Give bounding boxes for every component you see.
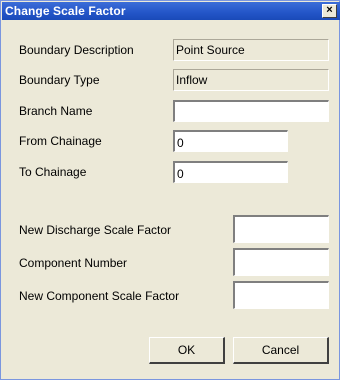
component-number-input[interactable] <box>233 248 329 276</box>
component-number-label: Component Number <box>19 256 128 270</box>
boundary-type-label: Boundary Type <box>19 73 100 87</box>
title-bar[interactable]: Change Scale Factor × <box>2 2 340 20</box>
new-component-scale-factor-label: New Component Scale Factor <box>19 289 180 303</box>
close-icon[interactable]: × <box>322 4 337 18</box>
window-title: Change Scale Factor <box>5 4 126 18</box>
ok-button[interactable]: OK <box>149 337 225 364</box>
boundary-description-label: Boundary Description <box>19 43 134 57</box>
branch-name-input[interactable] <box>173 100 329 122</box>
boundary-description-field: Point Source <box>173 39 329 61</box>
boundary-type-field: Inflow <box>173 69 329 91</box>
branch-name-label: Branch Name <box>19 104 93 118</box>
new-discharge-scale-factor-label: New Discharge Scale Factor <box>19 223 172 237</box>
cancel-button[interactable]: Cancel <box>233 337 329 364</box>
change-scale-factor-dialog: Change Scale Factor × Boundary Descripti… <box>0 0 340 380</box>
new-component-scale-factor-input[interactable] <box>233 281 329 309</box>
from-chainage-input[interactable] <box>173 130 288 152</box>
from-chainage-label: From Chainage <box>19 134 102 148</box>
to-chainage-label: To Chainage <box>19 165 87 179</box>
new-discharge-scale-factor-input[interactable] <box>233 215 329 243</box>
to-chainage-input[interactable] <box>173 161 288 183</box>
